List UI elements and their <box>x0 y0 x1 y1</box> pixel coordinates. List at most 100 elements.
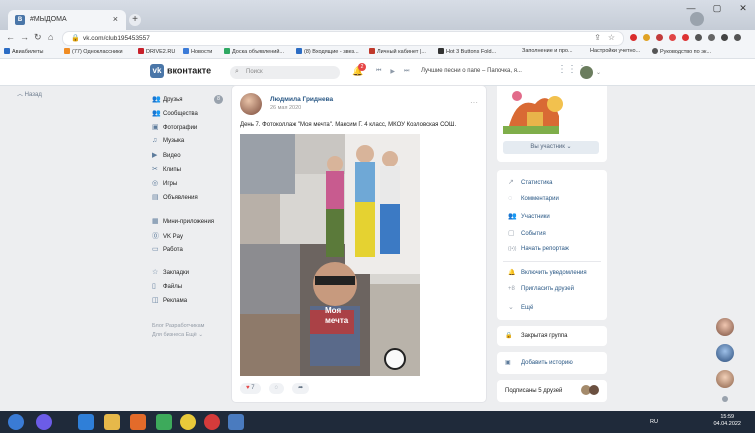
friend-avatar[interactable] <box>589 385 599 395</box>
bookmark-icon <box>4 48 10 54</box>
subscribed-friends-card[interactable]: Подписаны 5 друзей <box>497 380 607 402</box>
play-icon[interactable]: ▶ <box>390 68 395 75</box>
back-arrow-icon[interactable]: ← <box>6 32 15 42</box>
author-avatar[interactable] <box>240 93 262 115</box>
sidebar-item-label: Файлы <box>163 284 183 290</box>
footer-links[interactable]: Блог Разработчикам Для бизнеса Ещё ⌄ <box>152 322 204 340</box>
now-playing-track[interactable]: Лучшие песни о папе – Папочка, я... <box>421 68 522 74</box>
vk-logo[interactable]: vk вконтакте <box>150 64 211 78</box>
post-photo-collage[interactable]: Моя мечта <box>240 134 420 376</box>
sidebar-item-label: Сообщества <box>163 111 198 117</box>
maximize-button[interactable]: ▢ <box>711 3 723 14</box>
minimize-button[interactable]: — <box>685 3 697 14</box>
tab-close-icon[interactable]: × <box>113 14 118 24</box>
bookmark[interactable]: Доска объявлений... <box>224 48 284 55</box>
bookmark[interactable]: Личный кабинет |... <box>369 48 426 55</box>
chat-bubble-avatar[interactable] <box>716 344 734 362</box>
sidebar-item-video[interactable]: ▶ Видео <box>152 151 181 159</box>
yandex-icon[interactable] <box>204 414 220 430</box>
invite-friends-link[interactable]: +8 Пригласить друзей <box>508 286 574 292</box>
like-button[interactable]: ♥ 7 <box>240 383 261 394</box>
chat-bubble-avatar[interactable] <box>716 370 734 388</box>
media-icon[interactable] <box>130 414 146 430</box>
stats-link[interactable]: ↗ Статистика <box>508 178 553 186</box>
address-bar[interactable]: 🔒 vk.com/club195453557 ⇪ ☆ <box>62 31 624 46</box>
back-link[interactable]: ︿ Назад <box>17 89 42 98</box>
bookmark[interactable]: Новости <box>183 48 212 55</box>
notifications-toggle[interactable]: 🔔 Включить уведомления <box>508 269 587 276</box>
sidebar-item-bookmarks[interactable]: ☆ Закладки <box>152 268 189 276</box>
chat-bubble-avatar[interactable] <box>716 318 734 336</box>
close-window-button[interactable]: ✕ <box>737 3 749 14</box>
sidebar-item-groups[interactable]: 👥 Сообщества <box>152 109 198 117</box>
membership-dropdown[interactable]: Вы участник ⌄ <box>503 141 599 154</box>
sidebar-item-friends[interactable]: 👥 Друзья <box>152 95 182 103</box>
forward-arrow-icon[interactable]: → <box>20 32 29 42</box>
bookmark[interactable]: (77) Одноклассники <box>64 48 123 55</box>
post-more-icon[interactable]: ··· <box>470 98 478 107</box>
language-indicator[interactable]: RU <box>650 419 658 425</box>
puzzle-icon[interactable] <box>695 34 702 41</box>
start-live-link[interactable]: ((•)) Начать репортаж <box>508 246 569 252</box>
bookmark[interactable]: DRIVE2.RU <box>138 48 175 55</box>
extension-icon[interactable] <box>669 34 676 41</box>
extension-icon[interactable] <box>682 34 689 41</box>
taskbar-app-icon[interactable] <box>156 414 172 430</box>
comment-button[interactable]: ◌ <box>268 383 285 394</box>
extension-icon[interactable] <box>656 34 663 41</box>
chat-more-icon[interactable] <box>722 396 728 402</box>
chrome-icon[interactable] <box>180 414 196 430</box>
sidebar-item-clips[interactable]: ✂ Клипы <box>152 165 181 173</box>
footer-line[interactable]: Блог Разработчикам <box>152 322 204 331</box>
sidebar-icon[interactable] <box>708 34 715 41</box>
bookmark[interactable]: Настройки учетно... <box>590 48 640 54</box>
sidebar-item-advertising[interactable]: ◫ Реклама <box>152 296 187 304</box>
sidebar-item-files[interactable]: ▯ Файлы <box>152 282 182 290</box>
prev-track-icon[interactable]: ⏮ <box>376 68 381 75</box>
sidebar-item-photos[interactable]: ▣ Фотографии <box>152 123 197 131</box>
post-date[interactable]: 26 мая 2020 <box>270 105 301 111</box>
sidebar-item-vkpay[interactable]: ⓪ VK Pay <box>152 231 183 241</box>
menu-dots-icon[interactable] <box>734 34 741 41</box>
bookmark[interactable]: (8) Входящие - звез... <box>296 48 359 55</box>
taskbar-app-icon[interactable] <box>228 414 244 430</box>
system-clock[interactable]: 15:59 04.04.2022 <box>713 414 741 428</box>
bookmark[interactable]: Заполнение и про... <box>522 48 573 54</box>
sidebar-item-ads[interactable]: ▤ Объявления <box>152 193 198 201</box>
explorer-icon[interactable] <box>104 414 120 430</box>
share-icon[interactable]: ⇪ <box>594 33 601 42</box>
chevron-down-icon[interactable]: ⌄ <box>596 69 601 76</box>
group-cover-image[interactable] <box>497 86 607 138</box>
events-link[interactable]: ▢ События <box>508 229 546 237</box>
bookmark[interactable]: Авиабилеты <box>4 48 44 55</box>
browser-profile-icon[interactable] <box>690 12 704 26</box>
search-input[interactable]: ⌕ Поиск <box>230 66 340 79</box>
profile-icon[interactable] <box>721 34 728 41</box>
reload-icon[interactable]: ↻ <box>34 32 42 43</box>
sidebar-item-work[interactable]: ▭ Работа <box>152 245 183 253</box>
add-story-card[interactable]: ▣ Добавить историю <box>497 352 607 374</box>
new-tab-button[interactable]: + <box>129 14 141 26</box>
extension-icon[interactable] <box>630 34 637 41</box>
star-icon[interactable]: ☆ <box>608 33 615 42</box>
sidebar-item-music[interactable]: ♫ Музыка <box>152 137 184 144</box>
bookmark[interactable]: Руководство по эк... <box>652 48 711 55</box>
comments-link[interactable]: ◌ Комментарии <box>508 195 559 202</box>
browser-tab[interactable]: B #МЫДОМА × <box>8 10 126 30</box>
home-icon[interactable]: ⌂ <box>48 32 53 42</box>
sidebar-item-games[interactable]: ◎ Игры <box>152 179 177 187</box>
extension-icon[interactable] <box>643 34 650 41</box>
share-button[interactable]: ➦ <box>292 383 310 394</box>
members-link[interactable]: 👥 Участники <box>508 212 550 220</box>
sidebar-item-mini-apps[interactable]: ▦ Мини-приложения <box>152 217 214 225</box>
bookmark[interactable]: Hot 3 Buttons Fold... <box>438 48 496 55</box>
sidebar-item-label: Реклама <box>163 298 188 304</box>
taskbar-app-icon[interactable] <box>36 414 52 430</box>
user-avatar[interactable] <box>580 66 593 79</box>
ie-icon[interactable] <box>78 414 94 430</box>
more-actions-link[interactable]: ⌄ Ещё <box>508 303 533 311</box>
next-track-icon[interactable]: ⏭ <box>404 68 409 75</box>
post-author[interactable]: Людмила Гриднева <box>270 96 333 103</box>
start-button-icon[interactable] <box>8 414 24 430</box>
footer-line[interactable]: Для бизнеса Ещё ⌄ <box>152 331 204 340</box>
